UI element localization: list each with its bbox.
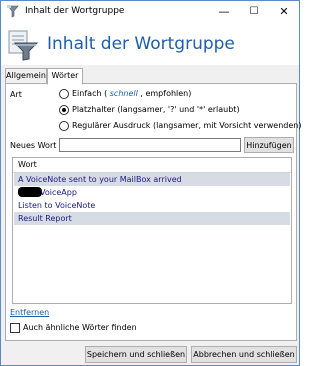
page-title: Inhalt der Wortgruppe: [47, 34, 235, 54]
radio-regex[interactable]: [59, 121, 69, 131]
similar-words-label[interactable]: Auch ähnliche Wörter finden: [23, 323, 137, 332]
dialog-window: Inhalt der Wortgruppe — ☐ ✕ Inhalt der W…: [0, 0, 301, 366]
list-item-text: VoiceApp: [40, 188, 77, 197]
list-item-text: Listen to VoiceNote: [18, 201, 96, 210]
radio-platzhalter[interactable]: [59, 105, 69, 115]
funnel-document-icon: [8, 30, 39, 61]
radio-einfach-pre: Einfach (: [72, 89, 108, 98]
remove-link[interactable]: Entfernen: [10, 308, 49, 317]
list-item[interactable]: Listen to VoiceNote: [14, 199, 290, 212]
list-item-text: Result Report: [18, 214, 72, 223]
radio-einfach-post: , empfohlen): [140, 89, 192, 98]
cancel-close-button[interactable]: Abbrechen und schließen: [191, 346, 297, 363]
maximize-button[interactable]: ☐: [239, 1, 269, 21]
redacted-block: [18, 187, 42, 197]
tab-allgemein[interactable]: Allgemein: [5, 68, 47, 84]
words-panel: Art Einfach ( schnell , empfohlen) Platz…: [5, 83, 301, 341]
list-item[interactable]: A VoiceNote sent to your MailBox arrived: [14, 173, 290, 186]
radio-einfach[interactable]: [59, 89, 69, 99]
list-item-text: A VoiceNote sent to your MailBox arrived: [18, 175, 182, 184]
radio-einfach-emphasis: schnell: [107, 89, 141, 98]
list-header: Wort: [13, 158, 291, 173]
minimize-button[interactable]: —: [209, 1, 239, 21]
word-list[interactable]: Wort A VoiceNote sent to your MailBox ar…: [12, 157, 292, 304]
list-item[interactable]: Result Report: [14, 212, 290, 225]
column-header-wort: Wort: [18, 160, 37, 169]
window-title: Inhalt der Wortgruppe: [25, 6, 125, 16]
radio-regex-label[interactable]: Regulärer Ausdruck (langsamer, mit Vorsi…: [72, 121, 301, 130]
save-close-button[interactable]: Speichern und schließen: [85, 346, 187, 363]
new-word-input[interactable]: [59, 138, 241, 152]
title-bar: Inhalt der Wortgruppe — ☐ ✕: [1, 1, 299, 23]
dialog-header: Inhalt der Wortgruppe: [1, 23, 299, 65]
add-button[interactable]: Hinzufügen: [244, 137, 294, 153]
new-word-label: Neues Wort: [10, 141, 57, 150]
similar-words-checkbox[interactable]: [10, 323, 20, 333]
funnel-icon: [7, 5, 19, 18]
radio-platzhalter-label[interactable]: Platzhalter (langsamer, '?' und '*' erla…: [72, 105, 240, 114]
list-item[interactable]: VoiceApp: [14, 186, 290, 199]
radio-einfach-label[interactable]: Einfach ( schnell , empfohlen): [72, 89, 191, 98]
tab-woerter[interactable]: Wörter: [47, 68, 83, 85]
close-button[interactable]: ✕: [269, 1, 299, 21]
art-label: Art: [10, 90, 22, 99]
